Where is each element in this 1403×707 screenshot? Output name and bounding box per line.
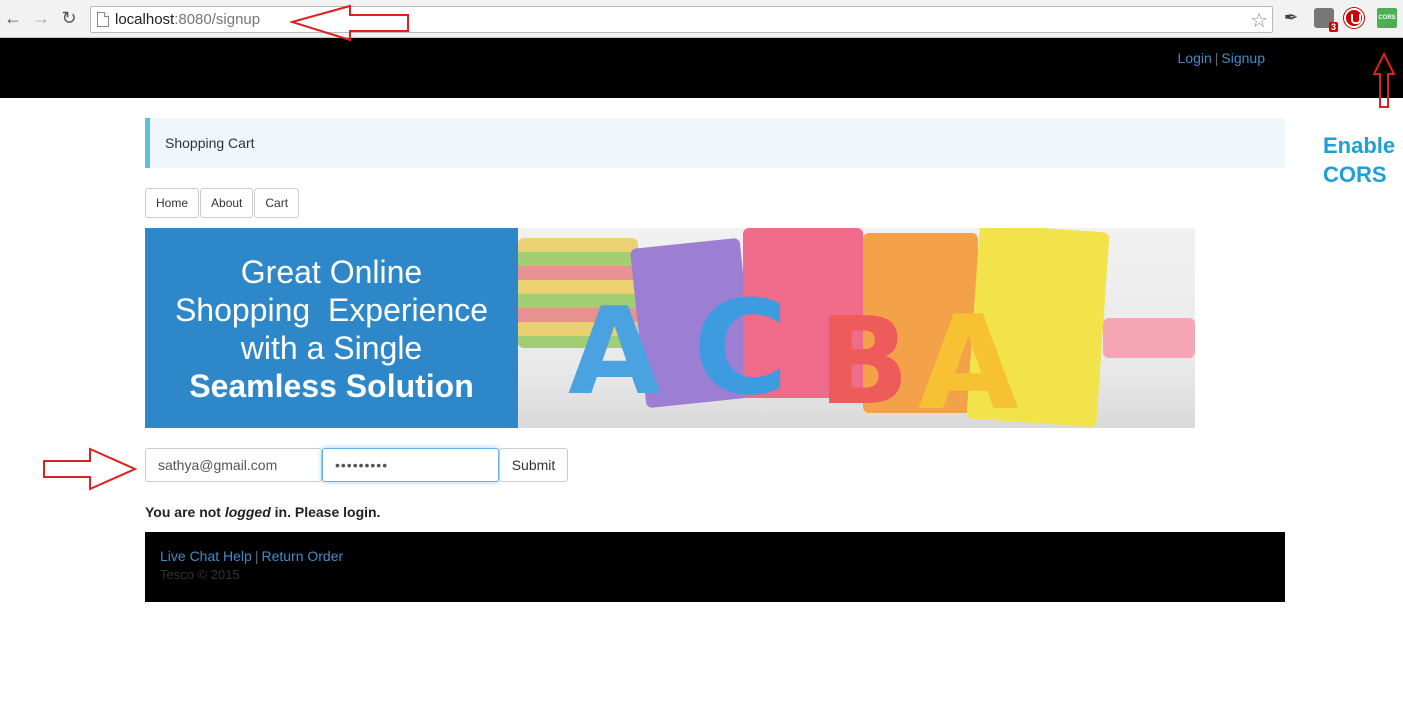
submit-button[interactable]: Submit [499, 448, 568, 482]
url-text: localhost:8080/signup [115, 11, 261, 28]
nav-cart-button[interactable]: Cart [254, 188, 300, 218]
nav-about-button[interactable]: About [200, 188, 254, 218]
back-icon[interactable]: ← [2, 7, 24, 29]
auth-separator: | [1214, 50, 1219, 66]
login-status-message: You are not logged in. Please login. [145, 504, 381, 520]
main-nav: Home About Cart [145, 188, 300, 218]
page-icon [97, 12, 109, 27]
copyright-text: Tesco © 2015 [160, 567, 240, 582]
eyedropper-extension-icon[interactable]: ✒ [1281, 8, 1301, 28]
letter-a-yellow: A [918, 287, 1019, 428]
url-arrow-icon [290, 4, 409, 42]
banner-line-1: Great Online [240, 254, 423, 290]
enable-cors-note: Enable CORS [1323, 133, 1396, 187]
live-chat-link[interactable]: Live Chat Help [160, 548, 252, 564]
letter-c-blue: C [693, 272, 789, 424]
top-navbar: Login | Signup [0, 38, 1403, 98]
extension-badge: 3 [1328, 22, 1338, 32]
forward-icon[interactable]: → [30, 7, 52, 29]
signup-link[interactable]: Signup [1221, 50, 1265, 66]
banner-text-panel: Great Online Shopping Experience with a … [145, 228, 518, 428]
foam-letters-image: A C B A [518, 228, 1195, 428]
pink-foam-scrap [1103, 318, 1195, 358]
stop-extension-icon[interactable] [1344, 8, 1364, 28]
banner-line-3: with a Single [240, 330, 423, 366]
nav-home-button[interactable]: Home [145, 188, 200, 218]
hero-banner: Great Online Shopping Experience with a … [145, 228, 1195, 428]
cors-arrow-icon [1372, 52, 1396, 108]
bookmark-star-icon[interactable]: ☆ [1250, 8, 1268, 33]
browser-toolbar: ← → ↻ localhost:8080/signup ☆ ✒ 3 CORS [0, 0, 1403, 38]
reload-icon[interactable]: ↻ [58, 7, 80, 29]
letter-a-blue: A [568, 283, 661, 422]
banner-line-4: Seamless Solution [189, 368, 474, 404]
extension-icon[interactable]: 3 [1314, 8, 1338, 32]
return-order-link[interactable]: Return Order [261, 548, 343, 564]
brand-title: Shopping Cart [165, 135, 255, 151]
email-input[interactable]: sathya@gmail.com [145, 448, 322, 482]
page-footer: Live Chat Help | Return Order Tesco © 2015 [145, 532, 1285, 602]
brand-bar: Shopping Cart [145, 118, 1285, 168]
cors-extension-icon[interactable]: CORS [1377, 8, 1397, 28]
form-arrow-icon [43, 447, 138, 491]
login-link[interactable]: Login [1178, 50, 1212, 66]
auth-links: Login | Signup [1178, 50, 1266, 66]
password-input[interactable]: ••••••••• [322, 448, 499, 482]
letter-b-red: B [818, 293, 910, 428]
banner-line-2: Shopping Experience [174, 292, 489, 328]
status-emphasis: logged [224, 504, 271, 520]
address-bar[interactable]: localhost:8080/signup ☆ [90, 6, 1273, 33]
